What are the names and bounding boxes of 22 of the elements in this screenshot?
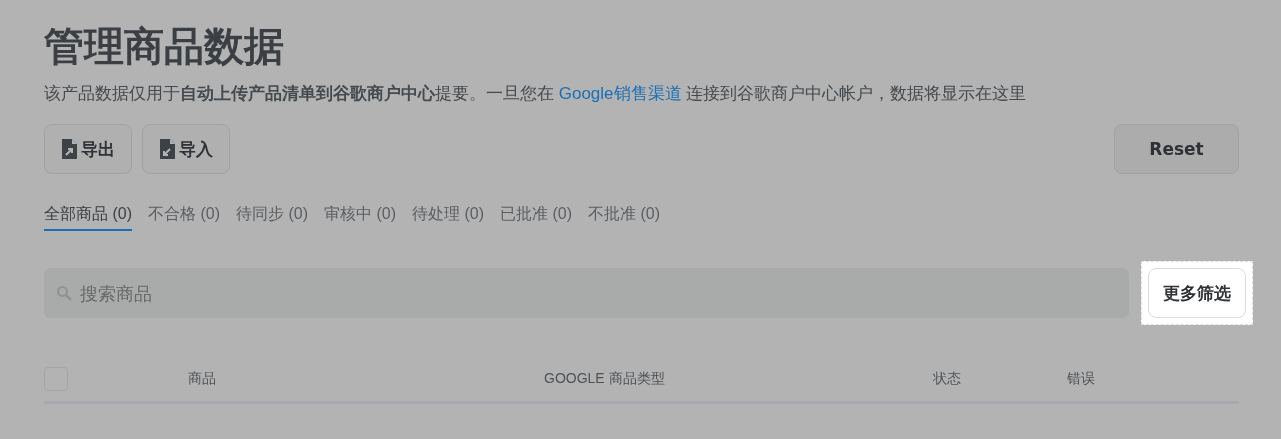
more-filters-button[interactable]: 更多筛选 [1148,268,1246,318]
import-button[interactable]: 导入 [142,124,230,174]
filter-tab[interactable]: 待处理 (0) [412,204,484,231]
file-arrow-icon [159,139,175,159]
column-header: 状态 [932,370,961,388]
filter-tab[interactable]: 已批准 (0) [500,204,572,231]
column-header: 商品 [188,370,216,388]
reset-button[interactable]: Reset [1114,124,1239,174]
search-field[interactable]: 搜索商品 [44,268,1129,318]
filter-tab[interactable]: 审核中 (0) [324,204,396,231]
page-title: 管理商品数据 [44,23,285,70]
filter-tab[interactable]: 不批准 (0) [588,204,660,231]
filter-tab[interactable]: 待同步 (0) [236,204,308,231]
search-icon [56,285,72,301]
link[interactable]: Google销售渠道 [558,84,682,103]
description: 该产品数据仅用于自动上传产品清单到谷歌商户中心提要。一旦您在 Google销售渠道 连接到谷歌商户中心帐户，数据将显示在这里 [44,83,1028,105]
column-header: GOOGLE 商品类型 [544,370,665,388]
filter-tab[interactable]: 不合格 (0) [148,204,220,231]
column-header: 错误 [1066,370,1095,388]
file-arrow-icon [61,139,77,159]
export-button[interactable]: 导出 [44,124,132,174]
filter-tab[interactable]: 全部商品 (0) [44,204,132,231]
